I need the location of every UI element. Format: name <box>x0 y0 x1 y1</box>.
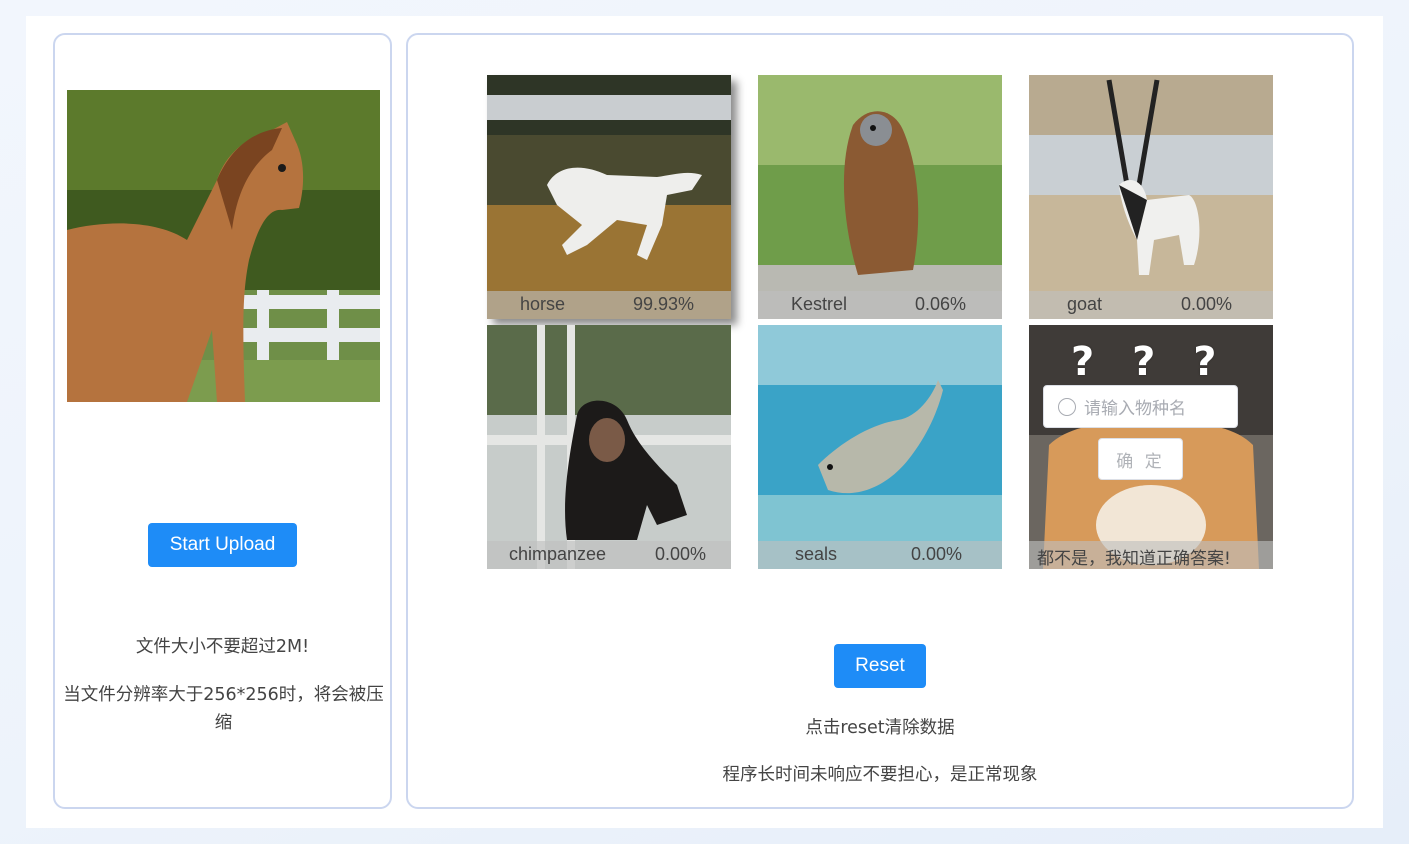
result-tile-chimpanzee[interactable]: chimpanzee 0.00% <box>487 325 731 569</box>
custom-answer-tile: ? ? ? ? 请输入物种名 确 定 都不是，我知道正确答案! <box>1029 325 1273 569</box>
result-percent: 0.06% <box>915 294 967 314</box>
result-caption: chimpanzee 0.00% <box>487 541 731 569</box>
wait-hint: 程序长时间未响应不要担心，是正常现象 <box>722 765 1038 785</box>
horse-photo <box>487 75 731 319</box>
result-caption: goat 0.00% <box>1029 291 1273 319</box>
species-input-placeholder: 请输入物种名 <box>1084 399 1186 419</box>
uploaded-image-preview <box>67 90 380 402</box>
result-percent: 0.00% <box>1181 294 1233 314</box>
result-label: chimpanzee <box>509 544 607 564</box>
start-upload-button[interactable]: Start Upload <box>148 523 297 567</box>
resolution-hint: 当文件分辨率大于256*256时，将会被压缩 <box>63 685 384 733</box>
result-label: horse <box>520 294 566 314</box>
result-percent: 0.00% <box>655 544 707 564</box>
upload-panel: Start Upload 文件大小不要超过2M! 当文件分辨率大于256*256… <box>53 33 392 809</box>
seal-photo <box>758 325 1002 569</box>
result-caption: Kestrel 0.06% <box>758 291 1002 319</box>
oryx-photo <box>1029 75 1273 319</box>
result-tile-seals[interactable]: seals 0.00% <box>758 325 1002 569</box>
custom-caption-text: 都不是，我知道正确答案! <box>1037 549 1231 569</box>
result-caption: horse 99.93% <box>487 291 731 319</box>
uploaded-horse-image <box>67 90 380 402</box>
result-tile-goat[interactable]: goat 0.00% <box>1029 75 1273 319</box>
result-tile-horse[interactable]: horse 99.93% <box>487 75 731 319</box>
result-percent: 99.93% <box>633 294 695 314</box>
reset-button[interactable]: Reset <box>834 644 926 688</box>
result-label: seals <box>795 544 838 564</box>
file-size-hint: 文件大小不要超过2M! <box>135 637 310 657</box>
result-label: Kestrel <box>791 294 848 314</box>
custom-caption: 都不是，我知道正确答案! <box>1029 541 1273 569</box>
result-tile-kestrel[interactable]: Kestrel 0.06% <box>758 75 1002 319</box>
smile-icon <box>1058 397 1076 416</box>
reset-hint: 点击reset清除数据 <box>805 718 955 738</box>
result-label: goat <box>1067 294 1103 314</box>
result-percent: 0.00% <box>911 544 963 564</box>
chimpanzee-photo <box>487 325 731 569</box>
result-caption: seals 0.00% <box>758 541 1002 569</box>
kestrel-photo <box>758 75 1002 319</box>
species-name-input[interactable]: 请输入物种名 <box>1043 385 1238 428</box>
confirm-button[interactable]: 确 定 <box>1098 438 1183 480</box>
